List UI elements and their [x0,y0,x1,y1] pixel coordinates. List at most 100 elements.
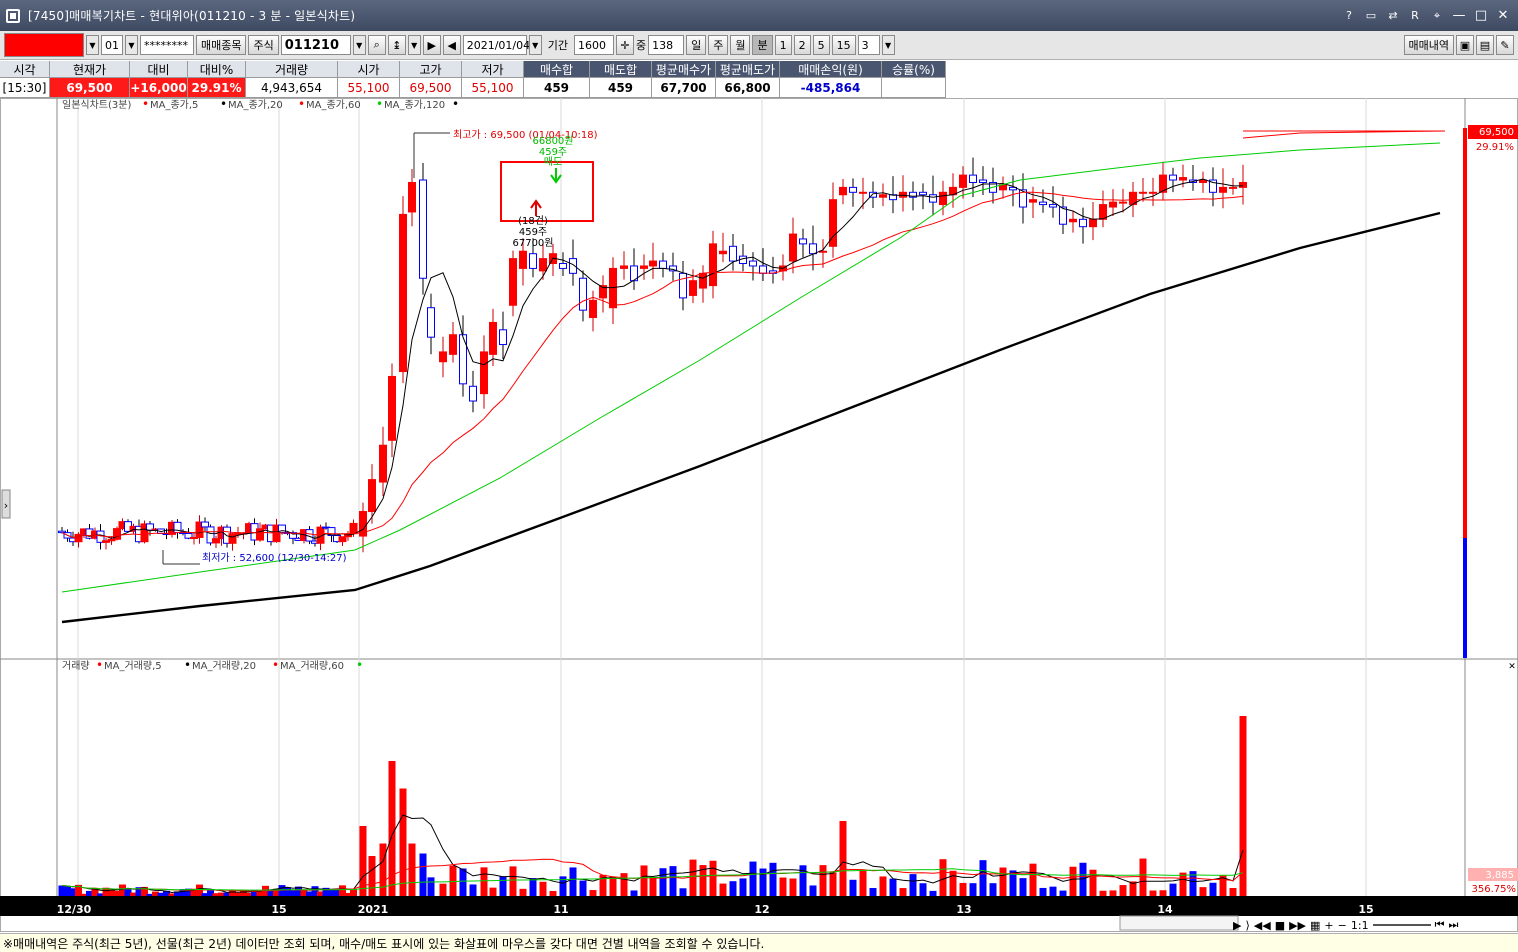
interval-dropdown[interactable]: ▼ [881,35,895,55]
page-right-icon[interactable]: ▶▶ [1289,919,1306,932]
candle-body [399,213,407,373]
search-icon[interactable]: ⌕ [367,35,386,55]
volume-bar [909,874,917,896]
window-tile-icon[interactable]: ▭ [1364,9,1378,22]
quote-col-pnl: 매매손익(원) -485,864 [780,61,882,97]
volume-bar [1059,890,1067,896]
interval-15-button[interactable]: 15 [831,35,856,55]
folder-icon[interactable]: ▣ [1456,35,1474,55]
quote-col-change: 대비 +16,000 [130,61,188,97]
grid-icon[interactable]: ▦ [1310,919,1320,932]
volume-bar [849,879,857,896]
candle-body [1079,218,1087,228]
chart-area[interactable]: › 12/30 15 2021 11 12 13 14 15 일본식차트(3분) • MA_종가,5 •… [0,98,1518,932]
candle-body [1219,186,1227,193]
period-field[interactable]: 1600 [573,35,614,55]
link-icon[interactable]: ⇄ [1386,9,1400,22]
candle-body [449,334,457,355]
volume-bar [739,878,747,896]
help-icon[interactable]: ? [1342,9,1356,22]
step-right-icon[interactable]: ▶ [1233,919,1241,932]
week-button[interactable]: 주 [708,35,729,55]
maximize-button[interactable]: □ [1474,8,1488,23]
buy-qty-label: 459주 [519,227,547,238]
interval-1-button[interactable]: 1 [774,35,792,55]
volume-bar [999,867,1007,896]
restore-r-icon[interactable]: R [1408,9,1422,22]
volume-bar [620,873,628,896]
quote-col-volume: 거래량 4,943,654 [246,61,338,97]
zoom-out-icon[interactable]: − [1338,919,1347,932]
chart-canvas[interactable]: ›12/30 15 2021 11 12 13 14 15일본식차트(3분) • MA_종가,5 •… [0,98,1518,932]
volume-bar [1049,886,1057,896]
volume-bar [1179,872,1187,896]
interval-2-button[interactable]: 2 [793,35,811,55]
stop-icon[interactable]: ■ [1275,919,1285,932]
end-right-icon[interactable]: ⏭ [1448,918,1458,932]
candle-body [719,250,727,255]
minute-button[interactable]: 분 [752,35,773,55]
pin-icon[interactable]: ⌖ [1430,9,1444,23]
candle-body [1169,174,1177,181]
quote-col-avg-buy: 평균매수가 67,700 [652,61,716,97]
price-legend-item: MA_종가,60 [306,99,361,111]
account-suffix-dropdown[interactable]: ▼ [125,35,138,55]
sort-dropdown[interactable]: ▼ [407,35,421,55]
page-left-icon[interactable]: ◀◀ [1254,919,1271,932]
password-field[interactable]: ******** [140,35,194,55]
candle-body [1119,201,1127,204]
minimize-button[interactable]: — [1452,8,1466,23]
sort-icon[interactable]: ↨ [387,35,406,55]
play-left-icon[interactable]: ◀ [442,35,461,55]
account-dropdown-arrow[interactable]: ▼ [86,35,99,55]
candle-body [979,179,987,183]
account-number-field[interactable] [4,33,84,57]
zoom-slider[interactable] [1372,924,1431,926]
stock-code-field[interactable]: 011210 [280,35,351,55]
close-button[interactable]: ✕ [1496,8,1510,23]
candle-body [408,181,416,213]
price-legend-item: MA_종가,5 [150,99,198,111]
current-price-value: 69,500 [1479,127,1514,138]
trade-items-button[interactable]: 매매종목 [196,35,247,55]
stock-type-button[interactable]: 주식 [248,35,279,55]
candle-body [729,245,737,262]
save-icon[interactable]: ▤ [1476,35,1494,55]
play-right-icon[interactable]: ▶ [422,35,441,55]
date-field[interactable]: 2021/01/04 [462,35,530,55]
wrench-icon[interactable]: ✎ [1496,35,1514,55]
chart-navigation: ▶ ⟩ ◀◀ ■ ▶▶ ▦ + − 1:1 ⏮ ⏭ [1233,917,1458,933]
volume-pct-value: 356.75% [1472,884,1517,895]
volume-bar [949,870,957,896]
date-dropdown[interactable]: ▼ [528,35,542,55]
quote-col-open: 시가 55,100 [338,61,400,97]
stock-code-dropdown[interactable]: ▼ [352,35,366,55]
volume-bar [399,788,407,896]
volume-bar [709,860,717,896]
end-left-icon[interactable]: ⏮ [1435,918,1445,932]
x-axis-label: 11 [553,903,568,916]
interval-field[interactable]: 3 [857,35,880,55]
price-legend-dot: • [452,98,459,111]
middle-field[interactable]: 138 [648,35,685,55]
quote-col-high: 고가 69,500 [400,61,462,97]
crosshair-icon[interactable]: ✛ [615,35,634,55]
volume-bar [449,865,457,896]
month-button[interactable]: 월 [730,35,751,55]
zoom-in-icon[interactable]: + [1324,919,1333,932]
side-collapse-icon: › [4,499,8,512]
account-suffix-field[interactable]: 01 [101,35,123,55]
trade-history-button[interactable]: 매매내역 [1403,35,1454,55]
volume-bar [779,877,787,896]
volume-bar [640,865,648,896]
scroll-icon[interactable]: ⟩ [1245,919,1249,932]
zoom-level[interactable]: 1:1 [1351,919,1369,932]
quote-value-win-rate [882,78,945,97]
volume-bar [1029,863,1037,896]
candle-body [349,522,358,535]
day-button[interactable]: 일 [686,35,707,55]
period-label: 기간 [547,39,568,52]
interval-5-button[interactable]: 5 [812,35,830,55]
candle-body [689,280,697,296]
volume-bar [959,882,967,896]
